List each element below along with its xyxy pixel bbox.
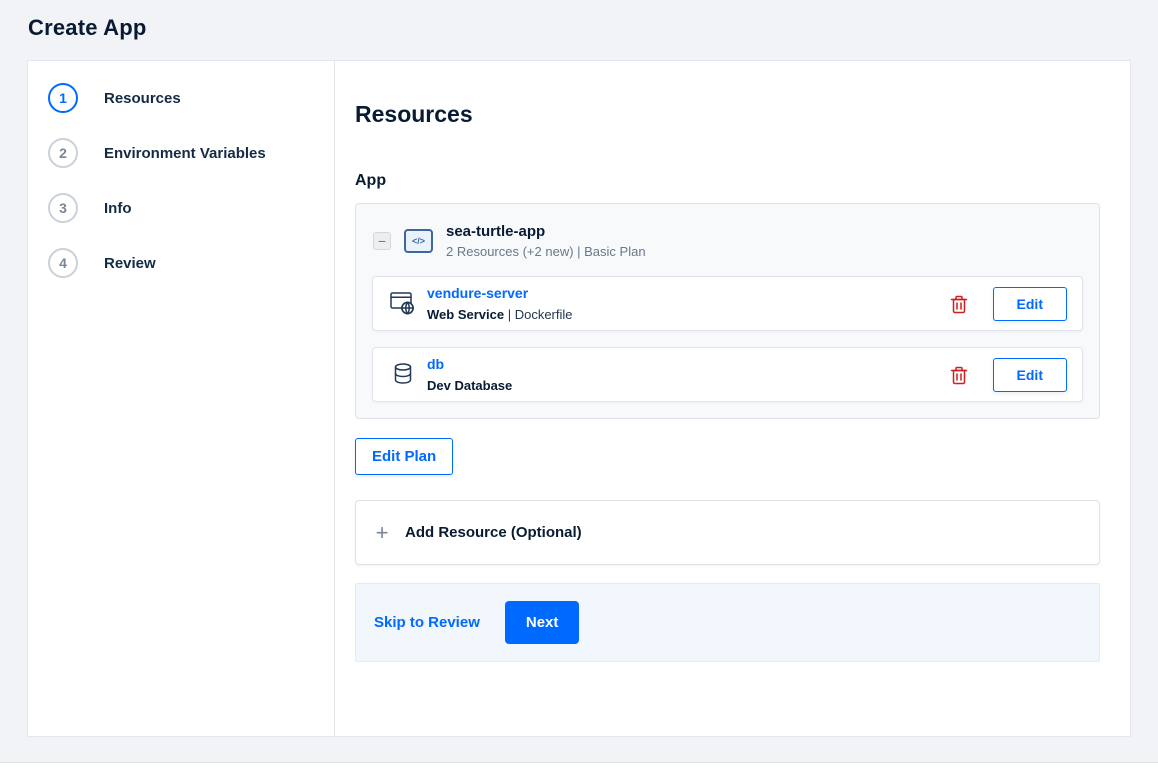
edit-resource-button[interactable]: Edit [992, 286, 1067, 321]
step-label: Environment Variables [104, 144, 266, 162]
add-resource-section[interactable]: + Add Resource (Optional) [355, 500, 1100, 565]
resource-detail: | Dockerfile [504, 307, 573, 322]
resource-subtitle: Web Service | Dockerfile [427, 307, 573, 322]
resource-rows: vendure-server Web Service | Dockerfile [356, 276, 1099, 418]
wizard-stepper: 1 Resources 2 Environment Variables 3 In… [28, 61, 335, 736]
step-environment-variables[interactable]: 2 Environment Variables [28, 138, 334, 168]
step-number-badge: 4 [48, 248, 78, 278]
app-summary: 2 Resources (+2 new) | Basic Plan [446, 244, 646, 259]
wizard-content: Resources App − </> sea-turtle-app 2 Res… [335, 61, 1130, 736]
step-number-badge: 1 [48, 83, 78, 113]
step-label: Info [104, 199, 132, 217]
create-app-page: Create App 1 Resources 2 Environment Var… [0, 0, 1158, 769]
app-code-icon: </> [404, 229, 433, 253]
web-service-icon [388, 291, 418, 316]
edit-plan-button[interactable]: Edit Plan [355, 438, 454, 475]
resource-actions: Edit [950, 357, 1067, 392]
page-footer-strip [0, 762, 1158, 769]
plus-icon: + [375, 519, 389, 545]
app-meta: sea-turtle-app 2 Resources (+2 new) | Ba… [446, 223, 646, 259]
delete-resource-icon[interactable] [950, 365, 968, 385]
resource-row-db: db Dev Database Edit [372, 347, 1083, 402]
app-group-box: − </> sea-turtle-app 2 Resources (+2 new… [355, 203, 1100, 419]
step-label: Review [104, 254, 156, 272]
resource-name-link[interactable]: vendure-server [427, 285, 528, 301]
wizard-card: 1 Resources 2 Environment Variables 3 In… [27, 60, 1131, 737]
resource-meta: vendure-server Web Service | Dockerfile [427, 285, 573, 322]
skip-to-review-link[interactable]: Skip to Review [374, 614, 480, 631]
content-heading: Resources [355, 101, 473, 127]
resource-name-link[interactable]: db [427, 356, 444, 372]
resource-actions: Edit [950, 286, 1067, 321]
step-label: Resources [104, 89, 181, 107]
add-resource-label: Add Resource (Optional) [405, 524, 582, 541]
resource-type: Web Service [427, 307, 505, 322]
next-button[interactable]: Next [504, 601, 580, 644]
database-icon [388, 362, 418, 387]
page-title: Create App [28, 15, 147, 40]
app-name: sea-turtle-app [446, 223, 546, 240]
step-review[interactable]: 4 Review [28, 248, 334, 278]
collapse-app-button[interactable]: − [373, 232, 391, 250]
resource-type: Dev Database [427, 378, 513, 393]
edit-resource-button[interactable]: Edit [992, 357, 1067, 392]
app-group-header: − </> sea-turtle-app 2 Resources (+2 new… [356, 204, 1099, 276]
step-info[interactable]: 3 Info [28, 193, 334, 223]
step-number-badge: 3 [48, 193, 78, 223]
step-resources[interactable]: 1 Resources [28, 83, 334, 113]
resource-subtitle: Dev Database [427, 378, 512, 393]
delete-resource-icon[interactable] [950, 294, 968, 314]
resource-row-vendure-server: vendure-server Web Service | Dockerfile [372, 276, 1083, 331]
wizard-footer-bar: Skip to Review Next [355, 583, 1100, 662]
step-number-badge: 2 [48, 138, 78, 168]
resource-meta: db Dev Database [427, 356, 512, 393]
app-section-label: App [355, 172, 387, 189]
